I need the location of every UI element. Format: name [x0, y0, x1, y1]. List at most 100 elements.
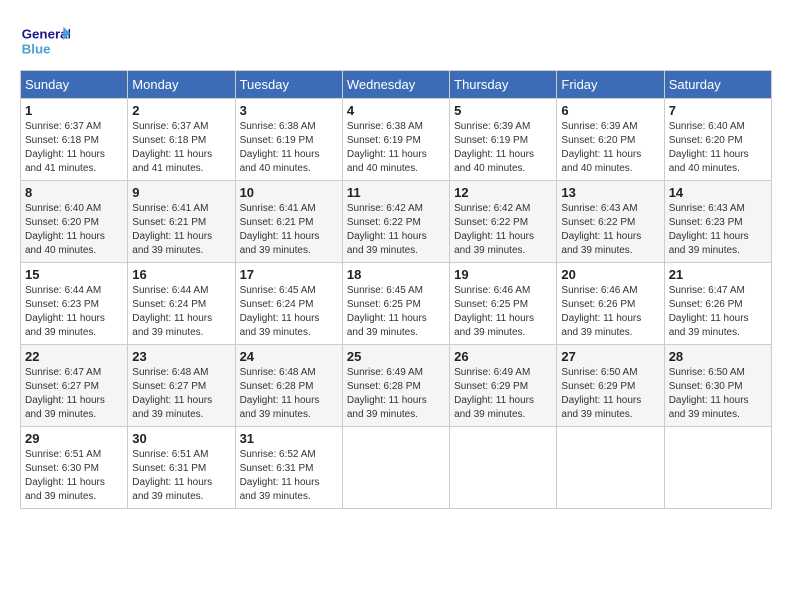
day-number: 29 — [25, 431, 123, 446]
day-info: Sunrise: 6:47 AM Sunset: 6:27 PM Dayligh… — [25, 366, 123, 422]
day-number: 31 — [240, 431, 338, 446]
day-number: 14 — [669, 185, 767, 200]
day-info: Sunrise: 6:43 AM Sunset: 6:22 PM Dayligh… — [561, 202, 659, 258]
day-info: Sunrise: 6:41 AM Sunset: 6:21 PM Dayligh… — [132, 202, 230, 258]
calendar-table: SundayMondayTuesdayWednesdayThursdayFrid… — [20, 70, 772, 509]
day-info: Sunrise: 6:49 AM Sunset: 6:29 PM Dayligh… — [454, 366, 552, 422]
calendar-week-2: 8 Sunrise: 6:40 AM Sunset: 6:20 PM Dayli… — [21, 181, 772, 263]
weekday-header-row: SundayMondayTuesdayWednesdayThursdayFrid… — [21, 71, 772, 99]
calendar-cell: 29 Sunrise: 6:51 AM Sunset: 6:30 PM Dayl… — [21, 427, 128, 509]
calendar-cell: 28 Sunrise: 6:50 AM Sunset: 6:30 PM Dayl… — [664, 345, 771, 427]
calendar-cell: 18 Sunrise: 6:45 AM Sunset: 6:25 PM Dayl… — [342, 263, 449, 345]
calendar-cell — [664, 427, 771, 509]
weekday-header-wednesday: Wednesday — [342, 71, 449, 99]
calendar-cell: 7 Sunrise: 6:40 AM Sunset: 6:20 PM Dayli… — [664, 99, 771, 181]
day-number: 9 — [132, 185, 230, 200]
weekday-header-sunday: Sunday — [21, 71, 128, 99]
day-number: 18 — [347, 267, 445, 282]
calendar-cell: 22 Sunrise: 6:47 AM Sunset: 6:27 PM Dayl… — [21, 345, 128, 427]
weekday-header-saturday: Saturday — [664, 71, 771, 99]
day-number: 27 — [561, 349, 659, 364]
day-number: 16 — [132, 267, 230, 282]
day-info: Sunrise: 6:46 AM Sunset: 6:26 PM Dayligh… — [561, 284, 659, 340]
calendar-week-1: 1 Sunrise: 6:37 AM Sunset: 6:18 PM Dayli… — [21, 99, 772, 181]
calendar-cell: 23 Sunrise: 6:48 AM Sunset: 6:27 PM Dayl… — [128, 345, 235, 427]
day-info: Sunrise: 6:48 AM Sunset: 6:27 PM Dayligh… — [132, 366, 230, 422]
calendar-cell: 25 Sunrise: 6:49 AM Sunset: 6:28 PM Dayl… — [342, 345, 449, 427]
day-number: 8 — [25, 185, 123, 200]
day-info: Sunrise: 6:38 AM Sunset: 6:19 PM Dayligh… — [240, 120, 338, 176]
day-info: Sunrise: 6:42 AM Sunset: 6:22 PM Dayligh… — [347, 202, 445, 258]
calendar-cell: 6 Sunrise: 6:39 AM Sunset: 6:20 PM Dayli… — [557, 99, 664, 181]
calendar-cell — [557, 427, 664, 509]
svg-text:General: General — [22, 26, 70, 41]
day-number: 17 — [240, 267, 338, 282]
calendar-cell: 16 Sunrise: 6:44 AM Sunset: 6:24 PM Dayl… — [128, 263, 235, 345]
day-number: 28 — [669, 349, 767, 364]
weekday-header-tuesday: Tuesday — [235, 71, 342, 99]
weekday-header-friday: Friday — [557, 71, 664, 99]
calendar-cell — [450, 427, 557, 509]
day-number: 4 — [347, 103, 445, 118]
day-info: Sunrise: 6:52 AM Sunset: 6:31 PM Dayligh… — [240, 448, 338, 504]
logo-icon: General Blue — [20, 20, 70, 60]
weekday-header-thursday: Thursday — [450, 71, 557, 99]
calendar-cell: 9 Sunrise: 6:41 AM Sunset: 6:21 PM Dayli… — [128, 181, 235, 263]
calendar-week-4: 22 Sunrise: 6:47 AM Sunset: 6:27 PM Dayl… — [21, 345, 772, 427]
day-info: Sunrise: 6:47 AM Sunset: 6:26 PM Dayligh… — [669, 284, 767, 340]
day-info: Sunrise: 6:41 AM Sunset: 6:21 PM Dayligh… — [240, 202, 338, 258]
day-info: Sunrise: 6:49 AM Sunset: 6:28 PM Dayligh… — [347, 366, 445, 422]
day-number: 26 — [454, 349, 552, 364]
calendar-cell: 30 Sunrise: 6:51 AM Sunset: 6:31 PM Dayl… — [128, 427, 235, 509]
day-info: Sunrise: 6:45 AM Sunset: 6:24 PM Dayligh… — [240, 284, 338, 340]
day-number: 23 — [132, 349, 230, 364]
calendar-cell: 19 Sunrise: 6:46 AM Sunset: 6:25 PM Dayl… — [450, 263, 557, 345]
day-number: 25 — [347, 349, 445, 364]
weekday-header-monday: Monday — [128, 71, 235, 99]
calendar-cell: 1 Sunrise: 6:37 AM Sunset: 6:18 PM Dayli… — [21, 99, 128, 181]
day-number: 12 — [454, 185, 552, 200]
day-info: Sunrise: 6:39 AM Sunset: 6:19 PM Dayligh… — [454, 120, 552, 176]
day-info: Sunrise: 6:44 AM Sunset: 6:24 PM Dayligh… — [132, 284, 230, 340]
day-number: 10 — [240, 185, 338, 200]
calendar-cell: 31 Sunrise: 6:52 AM Sunset: 6:31 PM Dayl… — [235, 427, 342, 509]
day-number: 21 — [669, 267, 767, 282]
calendar-cell — [342, 427, 449, 509]
day-number: 5 — [454, 103, 552, 118]
calendar-cell: 13 Sunrise: 6:43 AM Sunset: 6:22 PM Dayl… — [557, 181, 664, 263]
calendar-cell: 10 Sunrise: 6:41 AM Sunset: 6:21 PM Dayl… — [235, 181, 342, 263]
day-number: 6 — [561, 103, 659, 118]
day-number: 19 — [454, 267, 552, 282]
day-number: 7 — [669, 103, 767, 118]
day-number: 3 — [240, 103, 338, 118]
calendar-cell: 8 Sunrise: 6:40 AM Sunset: 6:20 PM Dayli… — [21, 181, 128, 263]
day-info: Sunrise: 6:50 AM Sunset: 6:30 PM Dayligh… — [669, 366, 767, 422]
calendar-week-3: 15 Sunrise: 6:44 AM Sunset: 6:23 PM Dayl… — [21, 263, 772, 345]
calendar-cell: 14 Sunrise: 6:43 AM Sunset: 6:23 PM Dayl… — [664, 181, 771, 263]
day-info: Sunrise: 6:40 AM Sunset: 6:20 PM Dayligh… — [669, 120, 767, 176]
day-info: Sunrise: 6:37 AM Sunset: 6:18 PM Dayligh… — [132, 120, 230, 176]
calendar-cell: 11 Sunrise: 6:42 AM Sunset: 6:22 PM Dayl… — [342, 181, 449, 263]
day-info: Sunrise: 6:51 AM Sunset: 6:30 PM Dayligh… — [25, 448, 123, 504]
logo: General Blue — [20, 20, 74, 60]
calendar-cell: 17 Sunrise: 6:45 AM Sunset: 6:24 PM Dayl… — [235, 263, 342, 345]
day-number: 30 — [132, 431, 230, 446]
calendar-cell: 27 Sunrise: 6:50 AM Sunset: 6:29 PM Dayl… — [557, 345, 664, 427]
calendar-cell: 2 Sunrise: 6:37 AM Sunset: 6:18 PM Dayli… — [128, 99, 235, 181]
day-info: Sunrise: 6:38 AM Sunset: 6:19 PM Dayligh… — [347, 120, 445, 176]
day-info: Sunrise: 6:44 AM Sunset: 6:23 PM Dayligh… — [25, 284, 123, 340]
day-number: 15 — [25, 267, 123, 282]
day-info: Sunrise: 6:37 AM Sunset: 6:18 PM Dayligh… — [25, 120, 123, 176]
calendar-cell: 24 Sunrise: 6:48 AM Sunset: 6:28 PM Dayl… — [235, 345, 342, 427]
calendar-cell: 3 Sunrise: 6:38 AM Sunset: 6:19 PM Dayli… — [235, 99, 342, 181]
calendar-cell: 26 Sunrise: 6:49 AM Sunset: 6:29 PM Dayl… — [450, 345, 557, 427]
calendar-week-5: 29 Sunrise: 6:51 AM Sunset: 6:30 PM Dayl… — [21, 427, 772, 509]
day-info: Sunrise: 6:48 AM Sunset: 6:28 PM Dayligh… — [240, 366, 338, 422]
calendar-cell: 20 Sunrise: 6:46 AM Sunset: 6:26 PM Dayl… — [557, 263, 664, 345]
day-info: Sunrise: 6:40 AM Sunset: 6:20 PM Dayligh… — [25, 202, 123, 258]
day-number: 24 — [240, 349, 338, 364]
day-info: Sunrise: 6:50 AM Sunset: 6:29 PM Dayligh… — [561, 366, 659, 422]
day-number: 2 — [132, 103, 230, 118]
day-info: Sunrise: 6:46 AM Sunset: 6:25 PM Dayligh… — [454, 284, 552, 340]
day-number: 1 — [25, 103, 123, 118]
